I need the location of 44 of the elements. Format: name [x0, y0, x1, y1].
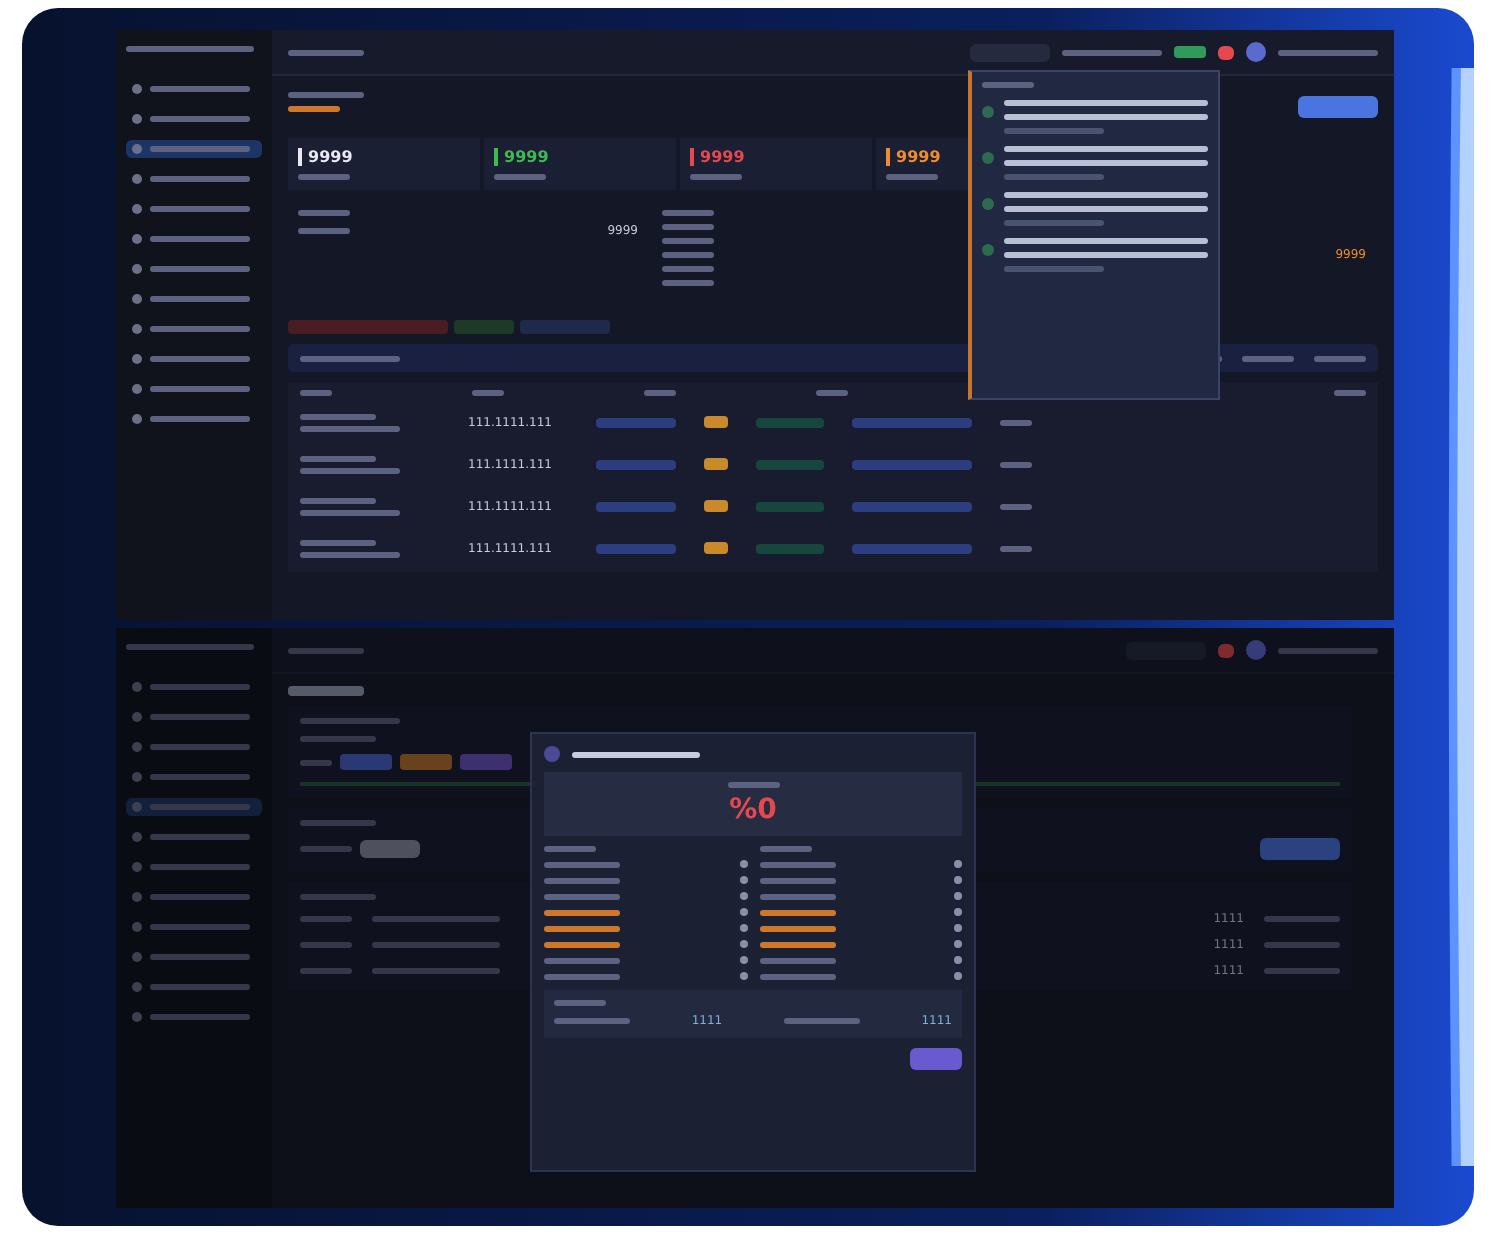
- status-badge: [1174, 46, 1206, 58]
- status-pill: [704, 500, 728, 512]
- percent-value: %0: [729, 794, 777, 826]
- link-bar[interactable]: [852, 459, 972, 469]
- stat-value: 9999: [896, 148, 941, 166]
- link-bar[interactable]: [852, 543, 972, 553]
- primary-button[interactable]: [1298, 96, 1378, 118]
- link-bar[interactable]: [596, 543, 676, 553]
- sidebar-item[interactable]: [126, 798, 262, 816]
- dialog-icon: [544, 746, 560, 762]
- blurred-text: [1062, 49, 1162, 55]
- tag-pill: [756, 501, 824, 511]
- filter-tag[interactable]: [454, 320, 514, 334]
- notification-item[interactable]: [982, 192, 1208, 226]
- link-bar[interactable]: [852, 501, 972, 511]
- stat-value: 9999: [700, 148, 745, 166]
- filter-tag[interactable]: [288, 320, 448, 334]
- notification-badge[interactable]: [1218, 643, 1234, 657]
- status-pill: [704, 416, 728, 428]
- secondary-button[interactable]: [360, 840, 420, 858]
- blurred-text: [1278, 49, 1378, 55]
- link-bar[interactable]: [596, 459, 676, 469]
- status-pill: [704, 542, 728, 554]
- notification-item[interactable]: [982, 100, 1208, 134]
- stat-value: 9999: [308, 148, 353, 166]
- tag-pill: [756, 459, 824, 469]
- filter-tag[interactable]: [520, 320, 610, 334]
- notification-badge[interactable]: [1218, 45, 1234, 59]
- blurred-text: [288, 49, 364, 55]
- avatar-icon[interactable]: [1246, 640, 1266, 660]
- link-bar[interactable]: [852, 417, 972, 427]
- notification-item[interactable]: [982, 238, 1208, 272]
- primary-button[interactable]: [1260, 838, 1340, 860]
- sidebar-item[interactable]: [126, 140, 262, 158]
- stat-value: 9999: [504, 148, 549, 166]
- tag-pill: [756, 417, 824, 427]
- link-bar[interactable]: [596, 417, 676, 427]
- tag-pill: [756, 543, 824, 553]
- notification-item[interactable]: [982, 146, 1208, 180]
- avatar-icon[interactable]: [1246, 42, 1266, 62]
- confirm-button[interactable]: [910, 1048, 962, 1070]
- status-pill: [704, 458, 728, 470]
- link-bar[interactable]: [596, 501, 676, 511]
- blurred-text: [126, 46, 254, 52]
